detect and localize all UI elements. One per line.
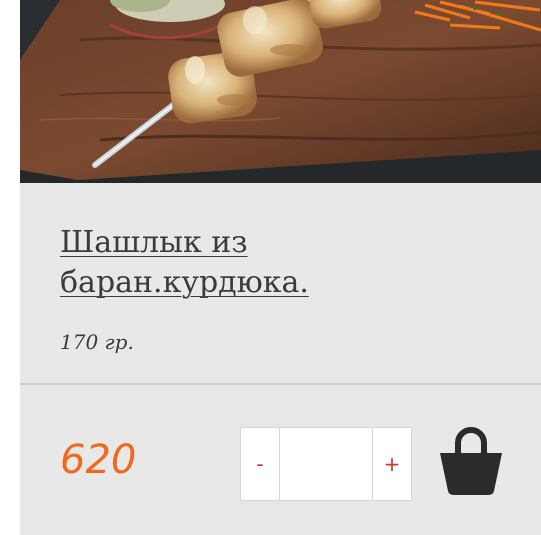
add-to-cart-button[interactable]	[438, 425, 504, 495]
quantity-stepper: - +	[240, 427, 412, 501]
decrement-button[interactable]: -	[241, 428, 279, 500]
shopping-basket-icon	[440, 427, 502, 495]
product-price: 620	[60, 437, 137, 483]
product-image	[20, 0, 541, 183]
product-photo[interactable]	[20, 0, 541, 183]
product-card: Шашлык из баран.курдюка. 170 гр. 620 - +	[20, 0, 541, 535]
product-info: Шашлык из баран.курдюка. 170 гр.	[20, 183, 541, 383]
quantity-input[interactable]	[279, 428, 373, 500]
product-weight: 170 гр.	[60, 330, 134, 354]
purchase-row: 620 - +	[20, 385, 541, 535]
product-title-link[interactable]: Шашлык из баран.курдюка.	[60, 223, 480, 303]
increment-button[interactable]: +	[373, 428, 411, 500]
